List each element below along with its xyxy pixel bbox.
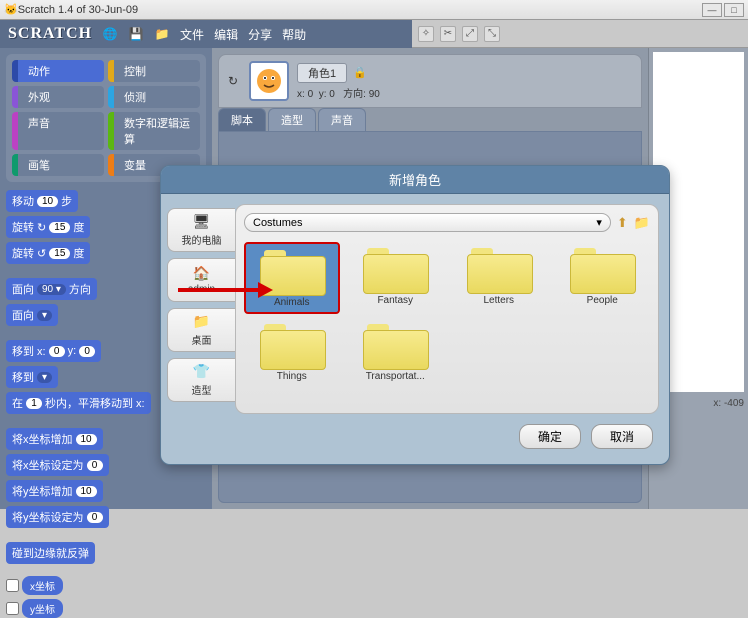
block-glide[interactable]: 在1秒内，平滑移动到 x: <box>6 392 151 414</box>
path-dropdown[interactable]: Costumes▾ <box>244 213 611 232</box>
new-sprite-dialog: 新增角色 🖥我的电脑 🏠admin 📁桌面 👕造型 Costumes▾ ⬆ 📁 … <box>160 165 670 465</box>
category-looks[interactable]: 外观 <box>12 86 104 108</box>
category-motion[interactable]: 动作 <box>12 60 104 82</box>
stage-coords: x: -409 <box>713 398 744 409</box>
folder-letters[interactable]: Letters <box>451 242 547 314</box>
block-bounce[interactable]: 碰到边缘就反弹 <box>6 542 95 564</box>
xpos-checkbox[interactable] <box>6 579 19 592</box>
window-titlebar: 🐱 Scratch 1.4 of 30-Jun-09 — □ <box>0 0 748 20</box>
folder-things[interactable]: Things <box>244 318 340 386</box>
side-tab-admin[interactable]: 🏠admin <box>167 258 235 302</box>
stamp-icon[interactable]: ✧ <box>418 26 434 42</box>
dialog-buttons: 确定 取消 <box>161 414 669 459</box>
chevron-down-icon: ▾ <box>596 216 602 229</box>
menu-share[interactable]: 分享 <box>248 26 272 43</box>
block-point-dir[interactable]: 面向90 ▾方向 <box>6 278 97 300</box>
stage-toolbar: ✧ ✂ ⤢ ⤡ <box>412 20 748 48</box>
block-turn-ccw[interactable]: 旋转 ↺15度 <box>6 242 90 264</box>
folder-icon <box>570 246 634 292</box>
window-title: Scratch 1.4 of 30-Jun-09 <box>18 4 138 16</box>
block-set-y[interactable]: 将y坐标设定为0 <box>6 506 109 528</box>
category-operators[interactable]: 数字和逻辑运算 <box>108 112 200 150</box>
rotate-icon[interactable]: ↻ <box>225 73 241 89</box>
ypos-checkbox[interactable] <box>6 602 19 615</box>
category-sensing[interactable]: 侦测 <box>108 86 200 108</box>
dialog-side-tabs: 🖥我的电脑 🏠admin 📁桌面 👕造型 <box>161 194 235 414</box>
side-tab-desktop[interactable]: 📁桌面 <box>167 308 235 352</box>
tab-sounds[interactable]: 声音 <box>318 108 366 131</box>
block-goto-xy[interactable]: 移到 x:0y:0 <box>6 340 101 362</box>
home-icon: 🏠 <box>193 265 210 282</box>
ok-button[interactable]: 确定 <box>519 424 581 449</box>
up-folder-icon[interactable]: ⬆ <box>617 215 628 231</box>
lock-icon[interactable]: 🔒 <box>353 66 367 79</box>
folder-icon <box>467 246 531 292</box>
folder-people[interactable]: People <box>555 242 651 314</box>
open-icon[interactable]: 📁 <box>154 26 170 42</box>
minimize-button[interactable]: — <box>702 3 722 17</box>
cut-icon[interactable]: ✂ <box>440 26 456 42</box>
tab-scripts[interactable]: 脚本 <box>218 108 266 131</box>
cancel-button[interactable]: 取消 <box>591 424 653 449</box>
folder-icon <box>363 322 427 368</box>
block-change-y[interactable]: 将y坐标增加10 <box>6 480 103 502</box>
shrink-icon[interactable]: ⤡ <box>484 26 500 42</box>
file-browser: Costumes▾ ⬆ 📁 Animals Fantasy Letters Pe… <box>235 204 659 414</box>
ypos-reporter[interactable]: y坐标 <box>6 599 198 618</box>
dialog-title: 新增角色 <box>161 166 669 194</box>
sprite-tabs: 脚本 造型 声音 <box>218 108 642 131</box>
maximize-button[interactable]: □ <box>724 3 744 17</box>
save-icon[interactable]: 💾 <box>128 26 144 42</box>
side-tab-computer[interactable]: 🖥我的电脑 <box>167 208 235 252</box>
block-goto-obj[interactable]: 移到 ▾ <box>6 366 58 388</box>
block-turn-cw[interactable]: 旋转 ↻15度 <box>6 216 90 238</box>
block-set-x[interactable]: 将x坐标设定为0 <box>6 454 109 476</box>
folder-transportation[interactable]: Transportat... <box>348 318 444 386</box>
xpos-reporter[interactable]: x坐标 <box>6 576 198 595</box>
grow-icon[interactable]: ⤢ <box>462 26 478 42</box>
category-pen[interactable]: 画笔 <box>12 154 104 176</box>
block-move[interactable]: 移动10步 <box>6 190 78 212</box>
folder-icon <box>260 322 324 368</box>
menu-file[interactable]: 文件 <box>180 26 204 43</box>
sprite-name-field[interactable]: 角色1 <box>297 63 347 83</box>
new-folder-icon[interactable]: 📁 <box>634 215 650 231</box>
folder-fantasy[interactable]: Fantasy <box>348 242 444 314</box>
folder-icon <box>363 246 427 292</box>
sprite-header: ↻ 角色1 🔒 x: 0 y: 0 方向: 90 <box>218 54 642 108</box>
globe-icon[interactable]: 🌐 <box>102 26 118 42</box>
category-grid: 动作 控制 外观 侦测 声音 数字和逻辑运算 画笔 变量 <box>6 54 206 182</box>
folder-grid: Animals Fantasy Letters People Things Tr… <box>244 242 650 386</box>
category-control[interactable]: 控制 <box>108 60 200 82</box>
folder-animals[interactable]: Animals <box>244 242 340 314</box>
category-sound[interactable]: 声音 <box>12 112 104 150</box>
computer-icon: 🖥 <box>193 213 211 230</box>
tab-costumes[interactable]: 造型 <box>268 108 316 131</box>
menu-edit[interactable]: 编辑 <box>214 26 238 43</box>
menu-help[interactable]: 帮助 <box>282 26 306 43</box>
block-change-x[interactable]: 将x坐标增加10 <box>6 428 103 450</box>
side-tab-costumes[interactable]: 👕造型 <box>167 358 235 402</box>
folder-icon: 📁 <box>193 313 210 330</box>
costume-icon: 👕 <box>193 363 210 380</box>
folder-icon <box>260 248 324 294</box>
block-point-towards[interactable]: 面向 ▾ <box>6 304 58 326</box>
scratch-logo: SCRATCH <box>8 25 92 43</box>
sprite-thumbnail[interactable] <box>249 61 289 101</box>
